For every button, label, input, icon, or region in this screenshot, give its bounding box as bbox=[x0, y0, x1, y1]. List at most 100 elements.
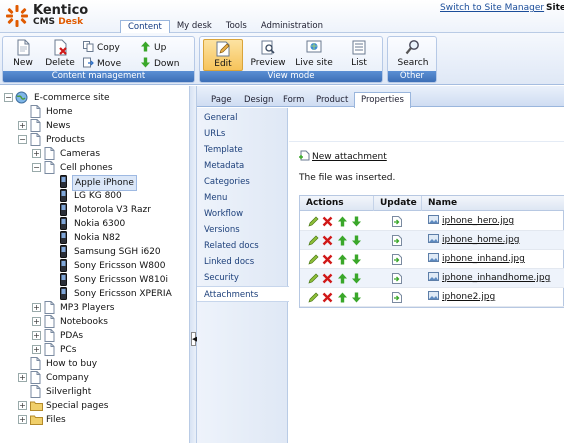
expand-icon[interactable]: + bbox=[18, 401, 27, 410]
copy-button[interactable]: Copy bbox=[83, 41, 120, 55]
tab-administration[interactable]: Administration bbox=[254, 20, 330, 34]
move-up-icon[interactable] bbox=[337, 273, 348, 284]
phone-icon bbox=[60, 259, 67, 272]
tree-node-label: Sony Ericsson W810i bbox=[74, 275, 168, 285]
tree-node-label: Home bbox=[46, 107, 73, 117]
move-up-icon[interactable] bbox=[337, 216, 348, 227]
tab-content[interactable]: Content bbox=[120, 20, 170, 34]
delete-icon[interactable] bbox=[322, 216, 333, 227]
move-down-icon[interactable] bbox=[351, 292, 362, 303]
tab-page[interactable]: Page bbox=[205, 94, 238, 107]
tab-design[interactable]: Design bbox=[238, 94, 279, 107]
expand-icon[interactable]: + bbox=[18, 121, 27, 130]
move-down-icon[interactable] bbox=[351, 216, 362, 227]
move-up-icon[interactable] bbox=[337, 292, 348, 303]
new-attachment-link[interactable]: New attachment bbox=[299, 150, 387, 162]
properties-menu-related-docs[interactable]: Related docs bbox=[197, 238, 287, 254]
edit-pencil-icon[interactable] bbox=[308, 216, 319, 227]
search-button[interactable]: Search bbox=[393, 39, 433, 71]
expand-icon[interactable]: + bbox=[32, 331, 41, 340]
edit-pencil-icon[interactable] bbox=[308, 292, 319, 303]
properties-menu-general[interactable]: General bbox=[197, 110, 287, 126]
expand-icon[interactable]: + bbox=[32, 149, 41, 158]
new-button-label: New bbox=[13, 58, 33, 68]
expand-icon[interactable]: + bbox=[32, 345, 41, 354]
tree-node-label: MP3 Players bbox=[60, 303, 115, 313]
edit-button[interactable]: Edit bbox=[203, 39, 243, 71]
tab-product[interactable]: Product bbox=[310, 94, 354, 107]
tree-node-label: Sony Ericsson W800 bbox=[74, 261, 166, 271]
update-file-icon[interactable] bbox=[392, 235, 402, 246]
down-label: Down bbox=[154, 59, 180, 69]
delete-icon[interactable] bbox=[322, 273, 333, 284]
preview-button[interactable]: Preview bbox=[247, 39, 289, 71]
delete-icon[interactable] bbox=[322, 254, 333, 265]
expand-icon[interactable]: + bbox=[32, 303, 41, 312]
move-up-icon[interactable] bbox=[337, 254, 348, 265]
expand-icon[interactable]: + bbox=[18, 373, 27, 382]
move-up-icon[interactable] bbox=[337, 235, 348, 246]
move-down-icon[interactable] bbox=[351, 273, 362, 284]
edit-button-label: Edit bbox=[214, 59, 232, 69]
tab-tools[interactable]: Tools bbox=[219, 20, 254, 34]
expand-icon[interactable]: + bbox=[18, 415, 27, 424]
properties-menu-workflow[interactable]: Workflow bbox=[197, 206, 287, 222]
attachment-file-name: iphone_inhandhome.jpg bbox=[442, 273, 551, 283]
update-file-icon[interactable] bbox=[392, 273, 402, 284]
update-file-icon[interactable] bbox=[392, 254, 402, 265]
properties-menu-template[interactable]: Template bbox=[197, 142, 287, 158]
move-down-icon[interactable] bbox=[351, 254, 362, 265]
delete-icon[interactable] bbox=[322, 292, 333, 303]
edit-pencil-icon[interactable] bbox=[308, 254, 319, 265]
document-icon bbox=[44, 147, 55, 160]
attachment-file-link[interactable]: iphone_inhand.jpg bbox=[428, 253, 525, 266]
delete-icon[interactable] bbox=[322, 235, 333, 246]
list-button[interactable]: List bbox=[340, 39, 378, 71]
properties-menu-menu[interactable]: Menu bbox=[197, 190, 287, 206]
switch-to-site-manager-link[interactable]: Switch to Site Manager bbox=[440, 3, 544, 13]
column-actions: Actions bbox=[300, 196, 374, 211]
tree-splitter[interactable]: ◀ bbox=[190, 86, 197, 443]
delete-button[interactable]: Delete bbox=[41, 39, 79, 71]
update-file-icon[interactable] bbox=[392, 292, 402, 303]
edit-pencil-icon[interactable] bbox=[308, 235, 319, 246]
collapse-tree-arrow-icon[interactable]: ◀ bbox=[191, 332, 197, 346]
table-row: iphone_inhandhome.jpg bbox=[300, 269, 564, 288]
down-button[interactable]: Down bbox=[140, 57, 180, 71]
properties-menu-metadata[interactable]: Metadata bbox=[197, 158, 287, 174]
properties-menu-security[interactable]: Security bbox=[197, 270, 287, 286]
properties-menu-categories[interactable]: Categories bbox=[197, 174, 287, 190]
move-down-icon[interactable] bbox=[351, 235, 362, 246]
update-file-icon[interactable] bbox=[392, 216, 402, 227]
attachment-file-link[interactable]: iphone_home.jpg bbox=[428, 234, 519, 247]
collapse-icon[interactable]: − bbox=[32, 163, 41, 172]
properties-menu-urls[interactable]: URLs bbox=[197, 126, 287, 142]
list-icon bbox=[352, 40, 366, 55]
tree-root-label: E-commerce site bbox=[34, 93, 110, 103]
up-label: Up bbox=[154, 43, 167, 53]
attachment-file-link[interactable]: iphone_inhandhome.jpg bbox=[428, 272, 550, 285]
edit-pencil-icon[interactable] bbox=[308, 273, 319, 284]
delete-document-icon bbox=[54, 39, 67, 56]
copy-icon bbox=[83, 41, 94, 52]
collapse-icon[interactable]: − bbox=[18, 135, 27, 144]
move-button[interactable]: Move bbox=[83, 57, 121, 71]
collapse-icon[interactable]: − bbox=[4, 93, 13, 102]
attachment-file-link[interactable]: iphone2.jpg bbox=[428, 291, 495, 304]
new-button[interactable]: New bbox=[4, 39, 42, 71]
tree-node-label: PCs bbox=[60, 345, 77, 355]
tab-form[interactable]: Form bbox=[277, 94, 310, 107]
tab-my-desk[interactable]: My desk bbox=[170, 20, 219, 34]
attachment-file-link[interactable]: iphone_hero.jpg bbox=[428, 215, 514, 228]
live-site-button[interactable]: Live site bbox=[292, 39, 336, 71]
tab-properties[interactable]: Properties bbox=[354, 92, 411, 108]
phone-icon bbox=[60, 175, 67, 188]
properties-menu-linked-docs[interactable]: Linked docs bbox=[197, 254, 287, 270]
up-button[interactable]: Up bbox=[140, 41, 166, 55]
expand-icon[interactable]: + bbox=[32, 317, 41, 326]
tree-node-label: Company bbox=[46, 373, 89, 383]
properties-menu-versions[interactable]: Versions bbox=[197, 222, 287, 238]
properties-menu-attachments[interactable]: Attachments bbox=[197, 286, 289, 302]
document-icon bbox=[30, 133, 41, 146]
live-site-button-label: Live site bbox=[295, 58, 333, 68]
